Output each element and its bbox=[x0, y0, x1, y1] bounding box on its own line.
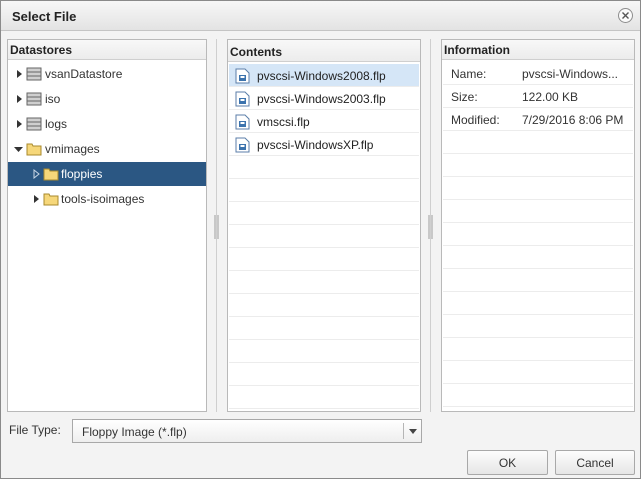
tree-item-tools-isoimages[interactable]: tools-isoimages bbox=[8, 187, 206, 211]
file-row[interactable]: pvscsi-Windows2008.flp bbox=[229, 64, 419, 87]
file-row[interactable]: pvscsi-Windows2003.flp bbox=[229, 87, 419, 110]
empty-row bbox=[443, 177, 633, 200]
info-key: Modified: bbox=[451, 113, 500, 127]
tree-item-floppies[interactable]: floppies bbox=[8, 162, 206, 186]
empty-row bbox=[229, 317, 419, 340]
info-value: 7/29/2016 8:06 PM bbox=[522, 113, 624, 127]
floppy-file-icon bbox=[235, 91, 250, 107]
empty-row bbox=[443, 315, 633, 338]
empty-row bbox=[443, 246, 633, 269]
contents-panel: Contents pvscsi-Windows2008.flp pvscsi-W… bbox=[227, 39, 421, 412]
empty-row bbox=[443, 361, 633, 384]
tree-item-label: vsanDatastore bbox=[45, 67, 123, 81]
info-value: pvscsi-Windows... bbox=[522, 67, 619, 81]
tree-item-label: floppies bbox=[61, 167, 103, 181]
info-key: Size: bbox=[451, 90, 478, 104]
info-row-size: Size: 122.00 KB bbox=[443, 85, 633, 108]
close-button[interactable] bbox=[618, 8, 633, 23]
splitter-grip-icon[interactable] bbox=[428, 215, 433, 239]
empty-row bbox=[229, 248, 419, 271]
expand-arrow-icon[interactable] bbox=[15, 94, 24, 104]
floppy-file-icon bbox=[235, 114, 250, 130]
file-type-value: Floppy Image (*.flp) bbox=[82, 425, 187, 439]
empty-row bbox=[229, 271, 419, 294]
file-row[interactable]: pvscsi-WindowsXP.flp bbox=[229, 133, 419, 156]
panel-splitter[interactable] bbox=[428, 39, 433, 412]
tree-item-vmimages[interactable]: vmimages bbox=[8, 137, 206, 161]
expand-arrow-icon[interactable] bbox=[32, 169, 41, 179]
empty-row bbox=[443, 292, 633, 315]
database-icon bbox=[26, 117, 42, 131]
panel-splitter[interactable] bbox=[214, 39, 219, 412]
title-bar: Select File bbox=[1, 1, 640, 31]
select-divider bbox=[403, 423, 404, 439]
information-panel: Information Name: pvscsi-Windows... Size… bbox=[441, 39, 635, 412]
folder-icon bbox=[43, 193, 59, 206]
file-label: pvscsi-Windows2003.flp bbox=[257, 92, 386, 106]
empty-row bbox=[229, 294, 419, 317]
datastores-header: Datastores bbox=[8, 40, 206, 60]
dialog-title: Select File bbox=[12, 9, 77, 24]
file-row[interactable]: vmscsi.flp bbox=[229, 110, 419, 133]
expand-arrow-icon[interactable] bbox=[15, 119, 24, 129]
ok-button[interactable]: OK bbox=[467, 450, 548, 475]
tree-item-vsandatastore[interactable]: vsanDatastore bbox=[8, 62, 206, 86]
file-type-select[interactable]: Floppy Image (*.flp) bbox=[72, 419, 422, 443]
database-icon bbox=[26, 67, 42, 81]
empty-row bbox=[443, 200, 633, 223]
info-row-modified: Modified: 7/29/2016 8:06 PM bbox=[443, 108, 633, 131]
floppy-file-icon bbox=[235, 137, 250, 153]
database-icon bbox=[26, 92, 42, 106]
tree-item-iso[interactable]: iso bbox=[8, 87, 206, 111]
tree-item-label: logs bbox=[45, 117, 68, 131]
empty-row bbox=[229, 363, 419, 386]
empty-row bbox=[443, 131, 633, 154]
information-header: Information bbox=[442, 40, 634, 60]
empty-row bbox=[443, 384, 633, 407]
collapse-arrow-icon[interactable] bbox=[14, 144, 23, 154]
close-icon bbox=[622, 12, 629, 19]
empty-row bbox=[229, 202, 419, 225]
file-label: pvscsi-WindowsXP.flp bbox=[257, 138, 374, 152]
folder-icon bbox=[43, 168, 59, 181]
expand-arrow-icon[interactable] bbox=[32, 194, 41, 204]
tree-item-label: tools-isoimages bbox=[61, 192, 145, 206]
empty-row bbox=[229, 179, 419, 202]
empty-row bbox=[229, 340, 419, 363]
info-key: Name: bbox=[451, 67, 487, 81]
info-value: 122.00 KB bbox=[522, 90, 579, 104]
tree-item-label: vmimages bbox=[45, 142, 100, 156]
datastores-panel: Datastores vsanDatastore iso logs vmimag… bbox=[7, 39, 207, 412]
file-label: pvscsi-Windows2008.flp bbox=[257, 69, 386, 83]
file-label: vmscsi.flp bbox=[257, 115, 310, 129]
tree-item-label: iso bbox=[45, 92, 61, 106]
empty-row bbox=[443, 338, 633, 361]
select-file-dialog: Select File Datastores vsanDatastore iso bbox=[0, 0, 641, 479]
empty-row bbox=[443, 269, 633, 292]
empty-row bbox=[229, 386, 419, 409]
file-type-label: File Type: bbox=[9, 423, 61, 437]
expand-arrow-icon[interactable] bbox=[15, 69, 24, 79]
contents-header: Contents bbox=[228, 40, 420, 62]
empty-row bbox=[229, 225, 419, 248]
floppy-file-icon bbox=[235, 68, 250, 84]
empty-row bbox=[229, 156, 419, 179]
empty-row bbox=[443, 223, 633, 246]
empty-row bbox=[443, 154, 633, 177]
chevron-down-icon[interactable] bbox=[409, 429, 417, 434]
tree-item-logs[interactable]: logs bbox=[8, 112, 206, 136]
splitter-grip-icon[interactable] bbox=[214, 215, 219, 239]
cancel-button[interactable]: Cancel bbox=[555, 450, 635, 475]
folder-open-icon bbox=[26, 143, 42, 156]
info-row-name: Name: pvscsi-Windows... bbox=[443, 62, 633, 85]
